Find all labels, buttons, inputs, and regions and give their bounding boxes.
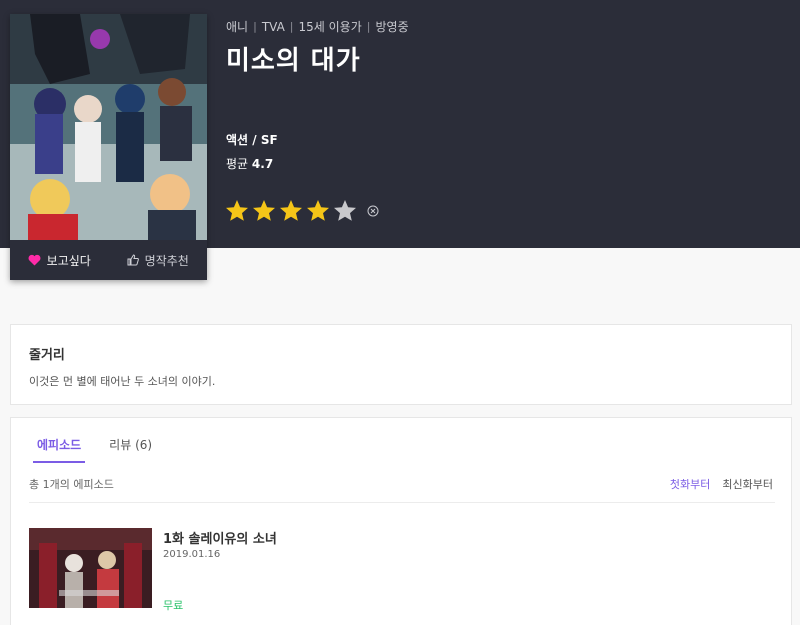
poster-image: [10, 14, 207, 240]
episode-title[interactable]: 1화 솔레이유의 소녀: [163, 528, 277, 547]
average-value: 4.7: [251, 157, 274, 171]
genre: 액션 / SF: [226, 133, 278, 147]
clear-rating-icon[interactable]: [367, 202, 379, 217]
episodes-panel: 에피소드 리뷰 (6) 총 1개의 에피소드 첫화부터 최신화부터 1화 솔레이…: [10, 417, 792, 625]
star-icon[interactable]: [251, 198, 277, 224]
synopsis-text: 이것은 먼 별에 태어난 두 소녀의 이야기.: [29, 375, 216, 388]
sort-latest-button[interactable]: 최신화부터: [722, 476, 773, 492]
episode-count: 총 1개의 에피소드: [29, 478, 114, 491]
meta-status: 방영중: [375, 20, 409, 34]
sort-first-button[interactable]: 첫화부터: [670, 476, 710, 492]
recommend-label: 명작추천: [144, 253, 189, 268]
star-icon[interactable]: [332, 198, 358, 224]
episode-price-badge: 무료: [163, 599, 184, 612]
synopsis-panel: 줄거리 이것은 먼 별에 태어난 두 소녀의 이야기.: [10, 324, 792, 405]
want-to-watch-button[interactable]: 보고싶다: [10, 240, 109, 280]
star-icon[interactable]: [224, 198, 250, 224]
poster-card: 보고싶다 명작추천: [10, 14, 207, 280]
meta-category: 애니: [226, 20, 249, 34]
page-title: 미소의 대가: [226, 46, 361, 76]
meta-separator: |: [366, 20, 371, 33]
meta-format: TVA: [261, 19, 285, 34]
average-label: 평균: [226, 157, 249, 171]
star-icon[interactable]: [278, 198, 304, 224]
meta-separator: |: [289, 20, 294, 33]
synopsis-heading: 줄거리: [29, 348, 65, 363]
recommend-button[interactable]: 명작추천: [109, 240, 208, 280]
meta-line: 애니 | TVA | 15세 이용가 | 방영중: [226, 18, 409, 35]
sort-options: 첫화부터 최신화부터: [658, 476, 773, 492]
want-to-watch-label: 보고싶다: [46, 253, 91, 268]
episode-thumbnail[interactable]: [29, 528, 152, 608]
tab-episodes[interactable]: 에피소드: [33, 436, 86, 463]
star-icon[interactable]: [305, 198, 331, 224]
meta-rating: 15세 이용가: [298, 20, 362, 34]
average-rating: 평균 4.7: [226, 155, 273, 172]
meta-separator: |: [253, 20, 257, 33]
heart-icon: [28, 254, 41, 266]
episode-date: 2019.01.16: [163, 549, 221, 560]
tab-reviews[interactable]: 리뷰 (6): [105, 436, 156, 463]
tab-bar: 에피소드 리뷰 (6): [33, 436, 176, 463]
star-rating[interactable]: [224, 198, 379, 224]
divider: [29, 502, 775, 503]
thumbs-up-icon: [127, 254, 139, 266]
